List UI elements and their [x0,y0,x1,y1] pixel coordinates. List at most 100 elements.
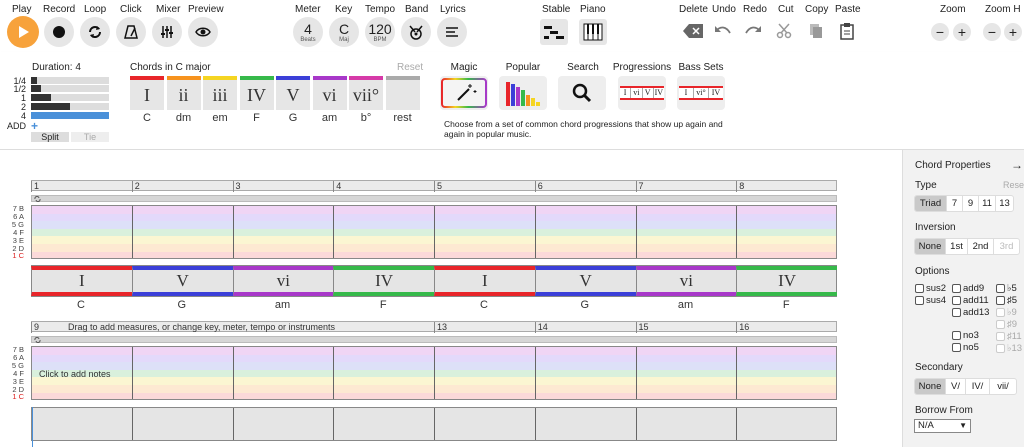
chord-card[interactable]: iii [203,76,237,110]
chord-card[interactable]: I [130,76,164,110]
measure-number[interactable]: 5 [434,181,535,192]
type-option[interactable]: 11 [979,196,996,211]
secondary-option[interactable]: vii/ [990,379,1016,394]
measure-numbers-row-1[interactable]: 12345678 [31,180,837,192]
type-option[interactable]: 7 [947,196,963,211]
paste-button[interactable] [836,20,858,42]
measure-number[interactable]: 9 [31,322,39,333]
inversion-option[interactable]: None [915,239,946,254]
zoom-in-button[interactable]: + [953,23,971,41]
measure-number[interactable]: 16 [736,322,749,333]
flat13-checkbox[interactable]: ♭13 [996,343,1022,354]
sharp9-checkbox[interactable]: ♯9 [996,319,1017,330]
zoom-h-in-button[interactable]: + [1004,23,1022,41]
inversion-option[interactable]: 1st [946,239,968,254]
progressions-button[interactable]: I vi V IV [618,76,666,110]
add13-checkbox[interactable]: add13 [952,307,989,318]
band-button[interactable] [401,17,431,47]
chord-card[interactable]: ii [166,76,201,110]
record-button[interactable] [44,17,74,47]
type-reset[interactable]: Reset [1003,180,1024,190]
piano-button[interactable] [579,19,607,45]
zoom-h-out-button[interactable]: − [983,23,1001,41]
popular-button[interactable] [499,76,547,110]
arrow-right-icon[interactable]: → [1011,158,1023,172]
sharp5-checkbox[interactable]: ♯5 [996,295,1017,306]
measure-number[interactable]: 6 [534,181,636,192]
redo-button[interactable] [742,20,764,42]
search-button[interactable] [558,76,606,110]
duration-four-bar[interactable] [31,112,109,119]
chord-card[interactable]: V [276,76,310,110]
type-option[interactable]: 13 [996,196,1013,211]
cut-button[interactable] [773,20,795,42]
click-button[interactable] [116,17,146,47]
secondary-option[interactable]: IV/ [966,379,990,394]
score-area[interactable]: 12345678 7 B6 A5 G4 F3 E2 D1 C I Vvi IV I Vv… [0,150,902,447]
lyrics-button[interactable] [437,17,467,47]
play-button[interactable] [7,16,39,48]
type-selector[interactable]: Triad 7 9 11 13 [914,195,1014,212]
chord-block[interactable]: I [31,266,132,296]
note-grid-2[interactable]: Click to add notes [31,346,837,400]
add9-checkbox[interactable]: add9 [952,283,984,294]
measure-number[interactable]: 15 [635,322,649,333]
chord-card[interactable]: vii° [349,76,383,110]
measure-number[interactable]: 3 [232,181,334,192]
measure-number[interactable]: 4 [333,181,434,192]
tempo-button[interactable]: 120 BPM [365,17,395,47]
flat9-checkbox[interactable]: ♭9 [996,307,1017,318]
secondary-selector[interactable]: None V/ IV/ vii/ [914,378,1017,395]
no5-checkbox[interactable]: no5 [952,342,979,353]
zoom-out-button[interactable]: − [931,23,949,41]
chord-block[interactable]: vi [635,266,737,296]
add11-checkbox[interactable]: add11 [952,295,989,306]
stable-button[interactable] [540,19,568,45]
add-duration-icon[interactable]: + [31,119,38,133]
borrow-select[interactable]: N/A ▼ [914,419,971,433]
measure-number[interactable]: 7 [635,181,737,192]
loop-bar-2[interactable] [31,336,837,343]
duration-two-bar[interactable] [31,103,109,110]
measure-number[interactable]: 1 [31,181,132,192]
sus2-checkbox[interactable]: sus2 [915,283,946,294]
delete-button[interactable] [682,20,704,42]
chord-block[interactable]: V [131,266,233,296]
chord-block[interactable]: I [434,266,535,296]
type-option[interactable]: 9 [963,196,979,211]
chord-block[interactable]: V [534,266,636,296]
inversion-option[interactable]: 2nd [968,239,994,254]
split-button[interactable]: Split [31,132,69,142]
chord-track-2[interactable] [31,407,837,441]
chord-block[interactable]: IV [736,266,837,296]
no3-checkbox[interactable]: no3 [952,330,979,341]
measure-numbers-row-2[interactable]: Drag to add measures, or change key, met… [31,321,837,333]
loop-button[interactable] [80,17,110,47]
key-button[interactable]: C Maj [329,17,359,47]
meter-button[interactable]: 4 Beats [293,17,323,47]
secondary-option[interactable]: V/ [946,379,966,394]
chord-track-1[interactable]: I Vvi IV I Vvi IV [31,265,837,297]
copy-button[interactable] [805,20,827,42]
chord-card[interactable]: vi [312,76,347,110]
bass-sets-button[interactable]: I vi° IV [677,76,725,110]
loop-bar-1[interactable] [31,195,837,202]
flat5-checkbox[interactable]: ♭5 [996,283,1017,294]
chord-card[interactable]: IV [239,76,274,110]
chord-block[interactable]: vi [232,266,334,296]
duration-half-bar[interactable] [31,85,109,92]
measure-number[interactable]: 8 [736,181,837,192]
mixer-button[interactable] [152,17,182,47]
secondary-option[interactable]: None [915,379,946,394]
type-option[interactable]: Triad [915,196,947,211]
measure-number[interactable]: 14 [534,322,548,333]
sharp11-checkbox[interactable]: ♯11 [996,331,1022,342]
sus4-checkbox[interactable]: sus4 [915,295,946,306]
chord-block[interactable]: IV [333,266,434,296]
note-grid-1[interactable] [31,205,837,259]
inversion-option[interactable]: 3rd [994,239,1019,254]
preview-button[interactable] [188,17,218,47]
magic-button[interactable] [440,76,488,110]
undo-button[interactable] [712,20,734,42]
measure-number[interactable]: 2 [131,181,233,192]
